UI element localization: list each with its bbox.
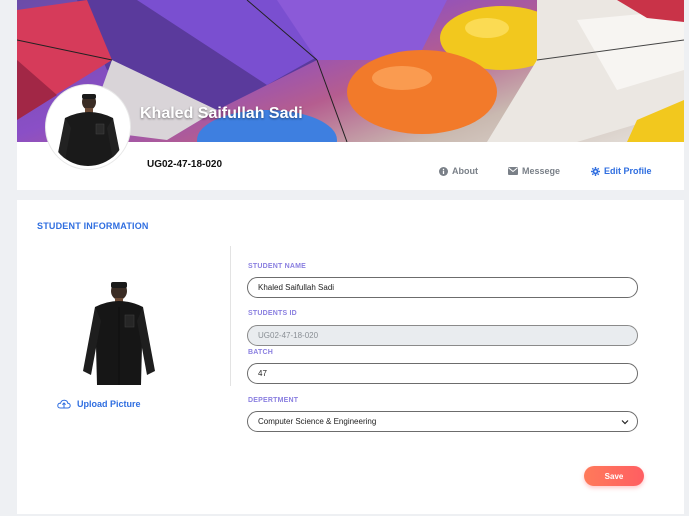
- nav-message[interactable]: Messege: [508, 166, 560, 176]
- info-circle-icon: [439, 166, 448, 176]
- profile-name: Khaled Saifullah Sadi: [140, 105, 303, 122]
- profile-header-card: Khaled Saifullah Sadi UG02-47-18-020 Abo…: [17, 0, 684, 190]
- chevron-down-icon: [621, 420, 629, 425]
- student-id-field: UG02-47-18-020: [247, 325, 638, 346]
- nav-about[interactable]: About: [439, 166, 478, 176]
- department-label: DEPERTMENT: [248, 397, 299, 404]
- student-photo: [77, 281, 159, 387]
- nav-edit-profile-label: Edit Profile: [604, 166, 652, 176]
- nav-edit-profile[interactable]: Edit Profile: [591, 166, 652, 176]
- cloud-upload-icon: [57, 399, 71, 409]
- gear-icon: [591, 166, 600, 176]
- profile-student-id: UG02-47-18-020: [147, 159, 223, 170]
- batch-value: 47: [258, 369, 267, 378]
- student-id-label: STUDENTS ID: [248, 310, 297, 317]
- student-name-value: Khaled Saifullah Sadi: [258, 283, 335, 292]
- batch-label: BATCH: [248, 349, 273, 356]
- student-information-card: STUDENT INFORMATION Upload Picture STUDE…: [17, 200, 684, 514]
- department-value: Computer Science & Engineering: [258, 417, 377, 426]
- save-button[interactable]: Save: [584, 466, 644, 486]
- upload-picture-button[interactable]: Upload Picture: [57, 399, 141, 409]
- student-name-field[interactable]: Khaled Saifullah Sadi: [247, 277, 638, 298]
- nav-about-label: About: [452, 166, 478, 176]
- batch-field[interactable]: 47: [247, 363, 638, 384]
- section-title: STUDENT INFORMATION: [37, 221, 149, 231]
- nav-message-label: Messege: [522, 166, 561, 176]
- envelope-icon: [508, 167, 518, 175]
- department-select[interactable]: Computer Science & Engineering: [247, 411, 638, 432]
- upload-picture-label: Upload Picture: [77, 399, 141, 409]
- vertical-divider: [230, 246, 231, 386]
- student-name-label: STUDENT NAME: [248, 263, 307, 270]
- avatar[interactable]: [46, 85, 130, 169]
- student-id-value: UG02-47-18-020: [258, 331, 319, 340]
